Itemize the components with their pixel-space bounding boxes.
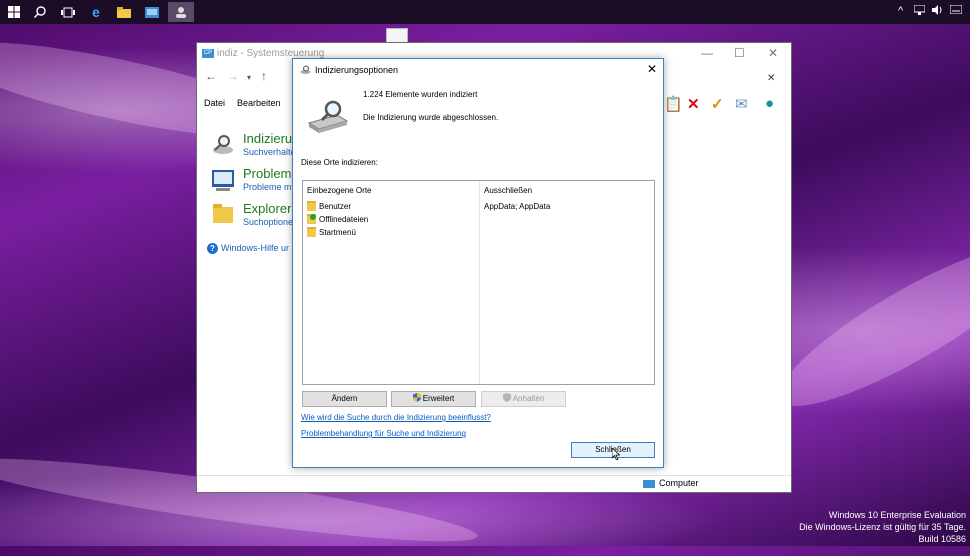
pause-button[interactable]: Anhalten	[481, 391, 566, 407]
indexing-options-dialog: Indizierungsoptionen ✕ 1.224 Elemente wu…	[292, 58, 664, 468]
delete-x-icon[interactable]: ✕	[687, 95, 700, 113]
menu-file[interactable]: Datei	[204, 98, 225, 108]
status-computer-label: Computer	[659, 478, 699, 488]
excluded-value: AppData; AppData	[484, 202, 551, 211]
network-icon[interactable]	[913, 4, 926, 18]
user-accounts-icon[interactable]	[168, 2, 194, 22]
uac-shield-icon	[412, 393, 421, 402]
up-arrow-icon[interactable]: ↑	[261, 69, 267, 83]
list-item[interactable]: Startmenü	[307, 226, 356, 238]
column-header-excluded[interactable]: Ausschließen	[484, 186, 532, 195]
indexed-count-text: 1.224 Elemente wurden indiziert	[363, 90, 478, 99]
indexing-magnifier-icon	[213, 135, 233, 154]
clear-search-icon[interactable]: ✕	[767, 73, 775, 84]
indexed-locations-list[interactable]: Einbezogene Orte Ausschließen Benutzer O…	[302, 180, 655, 385]
mouse-cursor-icon	[612, 448, 620, 460]
item-indexing-subtitle[interactable]: Suchverhalte	[243, 147, 296, 157]
evaluation-watermark-line3: Build 10586	[918, 534, 966, 544]
column-header-included[interactable]: Einbezogene Orte	[307, 186, 372, 195]
list-item-label: Offlinedateien	[319, 214, 369, 224]
volume-icon[interactable]	[932, 5, 944, 18]
item-troubleshoot-title[interactable]: Problemb	[243, 166, 299, 181]
dialog-title: Indizierungsoptionen	[315, 65, 399, 75]
uac-shield-icon	[502, 393, 511, 402]
computer-icon	[643, 480, 655, 488]
indexing-status-text: Die Indizierung wurde abgeschlossen.	[363, 113, 499, 122]
globe-icon[interactable]: ●	[765, 95, 774, 112]
locations-label: Diese Orte indizieren:	[301, 158, 378, 167]
status-bar: Computer	[197, 475, 791, 492]
windows-help-link[interactable]: ? Windows-Hilfe ur	[207, 243, 289, 254]
list-item-label: Benutzer	[319, 201, 352, 211]
minimize-button[interactable]: —	[701, 46, 713, 60]
folder-icon	[307, 201, 316, 211]
clipboard-icon[interactable]: 📋	[664, 95, 683, 113]
item-indexing-title[interactable]: Indizierun	[243, 131, 299, 146]
dialog-title-icon	[300, 65, 311, 74]
indexing-drive-icon	[307, 100, 349, 133]
help-question-icon: ?	[207, 243, 218, 254]
dialog-close-icon[interactable]: ✕	[647, 62, 657, 76]
item-explorer-title[interactable]: Explorer-	[243, 201, 296, 216]
forward-arrow-icon[interactable]: →	[227, 69, 239, 83]
item-troubleshoot-subtitle[interactable]: Probleme m	[243, 182, 292, 192]
advanced-button[interactable]: Erweitert	[391, 391, 476, 407]
taskbar: e ^	[0, 0, 970, 24]
item-explorer-subtitle[interactable]: Suchoptione	[243, 217, 293, 227]
checkmark-icon[interactable]: ✓	[711, 95, 724, 113]
list-item-label: Startmenü	[319, 227, 356, 237]
modify-button[interactable]: Ändern	[302, 391, 387, 407]
keyboard-icon[interactable]	[949, 4, 963, 17]
maximize-button[interactable]: ☐	[734, 46, 745, 60]
wallpaper-streak	[762, 219, 970, 431]
search-icon[interactable]	[30, 2, 50, 22]
folder-icon	[307, 227, 316, 237]
edge-icon[interactable]: e	[86, 2, 106, 22]
file-explorer-icon[interactable]	[114, 2, 134, 22]
list-item[interactable]: Offlinedateien	[307, 213, 368, 225]
task-view-icon[interactable]	[58, 2, 78, 22]
offline-folder-icon	[307, 214, 316, 224]
evaluation-watermark-line1: Windows 10 Enterprise Evaluation	[828, 510, 966, 520]
control-panel-title-icon: CP	[202, 49, 214, 58]
help-link-text[interactable]: Windows-Hilfe ur	[221, 243, 289, 253]
start-windows-icon[interactable]	[4, 2, 24, 22]
close-window-button[interactable]: ✕	[768, 46, 778, 60]
chevron-down-icon[interactable]: ▾	[247, 73, 251, 82]
envelope-icon[interactable]: ✉	[735, 95, 748, 113]
menu-edit[interactable]: Bearbeiten	[237, 98, 281, 108]
explorer-folder-icon	[213, 204, 233, 223]
back-arrow-icon[interactable]: ←	[205, 69, 217, 83]
evaluation-watermark-line2: Die Windows-Lizenz ist gültig für 35 Tag…	[799, 522, 966, 532]
troubleshoot-search-link[interactable]: Problembehandlung für Suche und Indizier…	[301, 429, 466, 438]
control-panel-icon[interactable]	[142, 2, 162, 22]
how-indexing-affects-link[interactable]: Wie wird die Suche durch die Indizierung…	[301, 413, 491, 422]
tray-chevron-icon[interactable]: ^	[898, 5, 903, 17]
list-item[interactable]: Benutzer	[307, 200, 351, 212]
column-divider	[479, 181, 480, 384]
troubleshooting-icon	[212, 170, 234, 191]
